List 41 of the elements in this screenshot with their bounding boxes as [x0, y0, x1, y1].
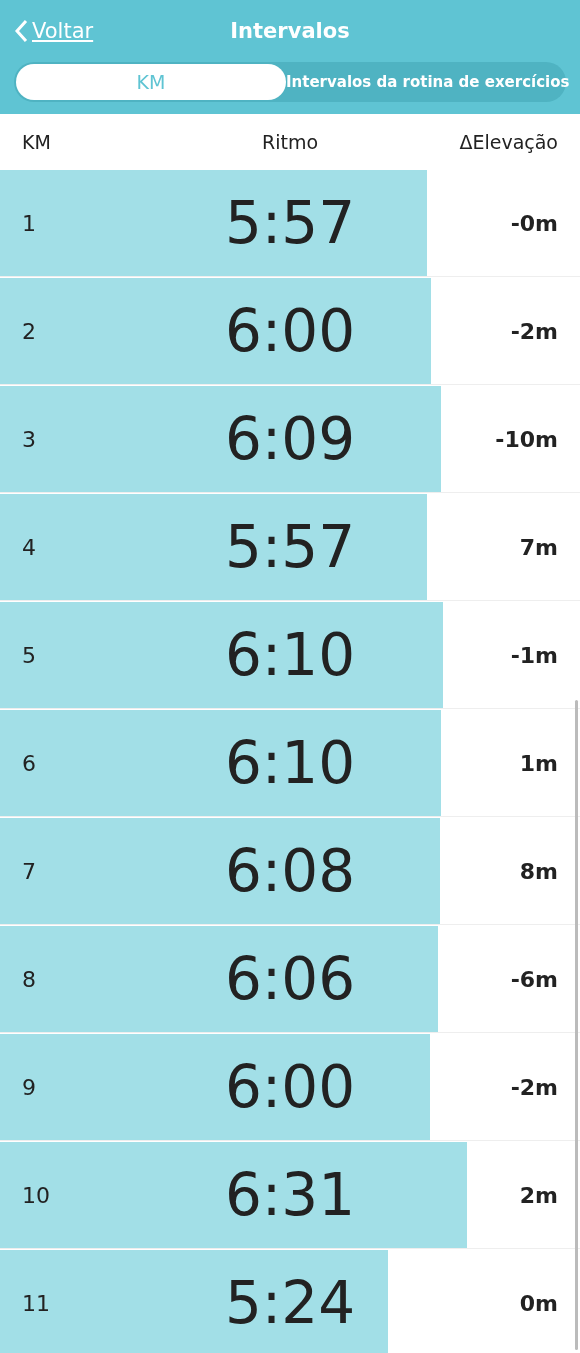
pace-value: 6:08 [223, 837, 357, 905]
elevation-value: -1m [509, 642, 558, 668]
column-header: Ritmo [260, 131, 320, 153]
elevation-value: 2m [518, 1182, 558, 1208]
screen-title: Intervalos [230, 19, 350, 43]
km-number: 7 [22, 858, 37, 884]
pace-value: 5:24 [223, 1269, 357, 1337]
km-number: 6 [22, 750, 37, 776]
chevron-left-icon [14, 19, 28, 43]
pace-value: 6:06 [223, 945, 357, 1013]
pace-value: 6:10 [223, 621, 357, 689]
pace-value: 5:57 [223, 189, 357, 257]
elevation-value: -10m [494, 426, 558, 452]
km-number: 11 [22, 1290, 51, 1316]
km-number: 5 [22, 642, 37, 668]
km-number: 3 [22, 426, 37, 452]
km-number: 1 [22, 210, 37, 236]
pace-value: 6:10 [223, 729, 357, 797]
pace-value: 5:57 [223, 513, 357, 581]
segment-tab[interactable]: KM [16, 64, 286, 100]
pace-value: 6:00 [223, 297, 357, 365]
elevation-value: 8m [518, 858, 558, 884]
segment-tab[interactable]: Intervalos da rotina de exercícios [286, 64, 570, 100]
elevation-value: -2m [509, 318, 558, 344]
km-number: 4 [22, 534, 37, 560]
km-number: 2 [22, 318, 37, 344]
pace-value: 6:00 [223, 1053, 357, 1121]
km-number: 9 [22, 1074, 37, 1100]
column-header: KM [22, 131, 52, 153]
elevation-value: -0m [509, 210, 558, 236]
back-link[interactable]: Voltar [14, 19, 94, 43]
pace-value: 6:09 [223, 405, 357, 473]
elevation-value: 7m [518, 534, 558, 560]
elevation-value: -6m [509, 966, 558, 992]
km-number: 8 [22, 966, 37, 992]
elevation-value: 0m [518, 1290, 558, 1316]
elevation-value: 1m [518, 750, 558, 776]
column-header: ΔElevação [458, 131, 558, 153]
elevation-value: -2m [509, 1074, 558, 1100]
pace-value: 6:31 [223, 1161, 357, 1229]
km-number: 10 [22, 1182, 51, 1208]
